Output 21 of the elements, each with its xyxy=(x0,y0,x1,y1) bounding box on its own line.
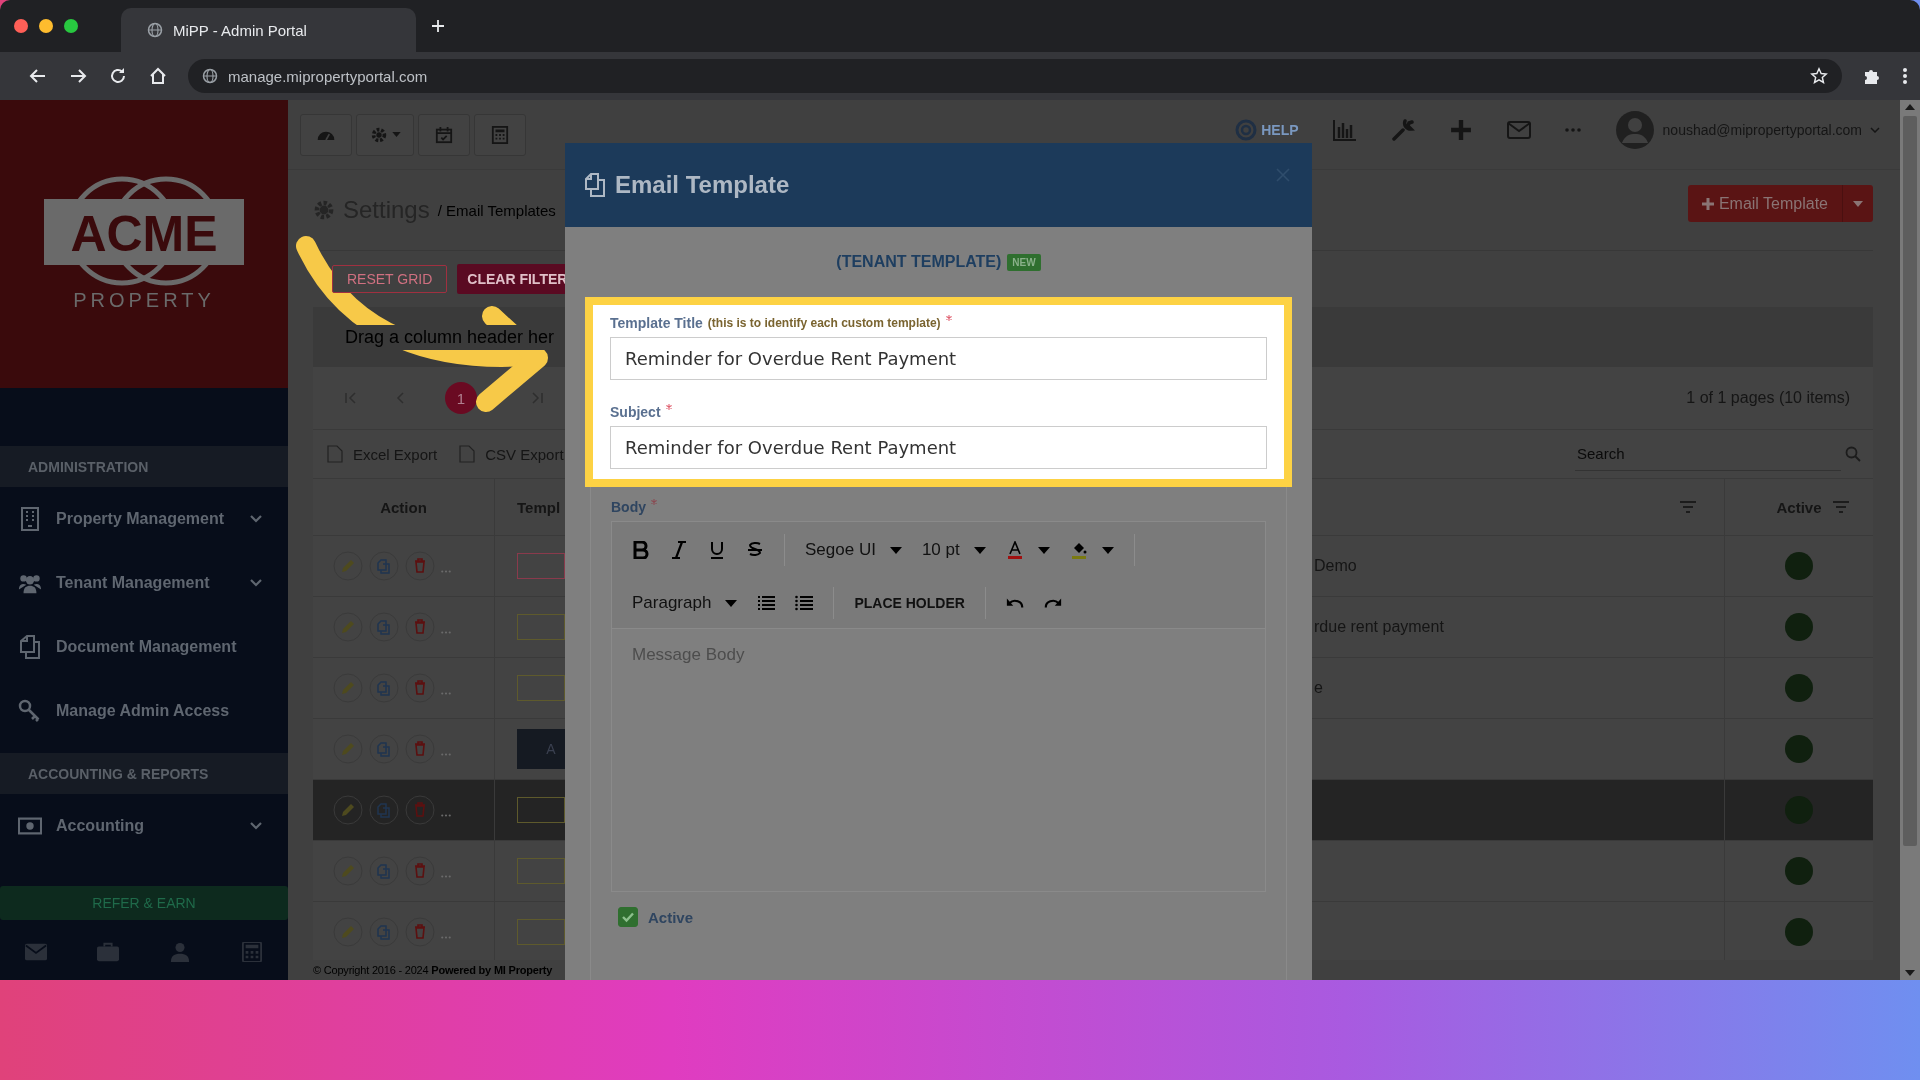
field-label: Template Title xyxy=(610,315,703,331)
url-text: manage.mipropertyportal.com xyxy=(228,67,429,85)
field-label: Body xyxy=(611,499,646,515)
field-hint: (this is to identify each custom template) xyxy=(707,316,941,330)
checkbox-label: Active xyxy=(648,908,694,926)
tab-title: MiPP - Admin Portal xyxy=(173,21,307,39)
dialog-title: Email Template xyxy=(615,171,790,199)
sidebar-section-header: ADMINISTRATION xyxy=(0,446,288,487)
field-label: Subject xyxy=(610,404,661,420)
breadcrumb: / Email Templates xyxy=(437,201,556,219)
sidebar-item-label: Document Management xyxy=(56,638,238,656)
group-panel-hint: Drag a column header her xyxy=(345,324,555,350)
copyright-text: © Copyright 2016 - 2024 Powered by MI Property xyxy=(313,964,553,976)
sidebar-section-header: ACCOUNTING & REPORTS xyxy=(0,753,288,794)
sidebar-item-label: Manage Admin Access xyxy=(56,702,231,720)
template-type: (TENANT TEMPLATE) xyxy=(836,253,1002,271)
sidebar-item-label: Property Management xyxy=(56,510,226,528)
acme-property-logo: ACME PROPERTY xyxy=(44,169,244,319)
new-badge: NEW xyxy=(1007,253,1041,271)
sidebar-item-label: Accounting xyxy=(56,817,145,835)
sidebar-item-label: Tenant Management xyxy=(56,574,211,592)
